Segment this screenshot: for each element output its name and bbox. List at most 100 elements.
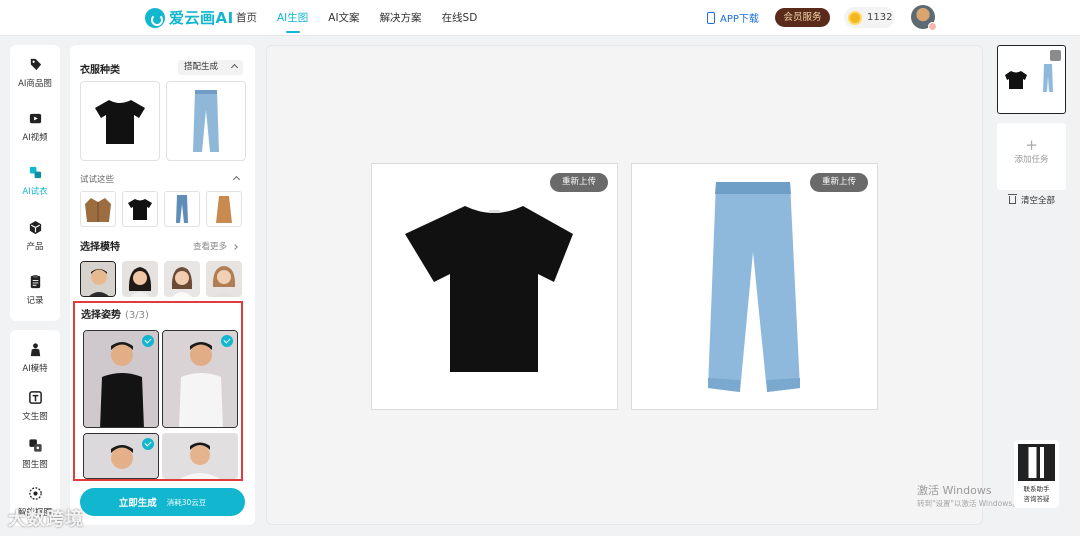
choose-pose-title: 选择姿势 (3/3) [81, 306, 149, 321]
vip-service-button[interactable]: 会员服务 [775, 8, 830, 27]
rail-item-product[interactable]: 产品 [10, 220, 60, 252]
product-icon [29, 220, 41, 235]
tool-rail-secondary: AI模特 文生图 图生图 智能抠图 [10, 330, 60, 526]
clothing-type-title: 衣服种类 [80, 65, 120, 76]
consult-label: 咨询答疑 [1023, 495, 1050, 503]
rail-label: 记录 [26, 296, 44, 306]
rail-item-record[interactable]: 记录 [10, 274, 60, 306]
watermark-text: 大数跨境 [8, 509, 84, 530]
rail-label: AI试衣 [22, 187, 48, 197]
chevron-up-icon [230, 63, 239, 72]
rail-label: AI视频 [22, 133, 48, 143]
tool-rail-primary: AI商品图 AI视频 AI试衣 产品 记录 [10, 45, 60, 321]
model-option-2[interactable] [122, 261, 158, 297]
rail-item-text-to-image[interactable]: 文生图 [10, 390, 60, 422]
choose-pose-label: 选择姿势 [81, 310, 121, 321]
uploaded-top-card[interactable]: 重新上传 [371, 163, 618, 410]
uploaded-bottom-card[interactable]: 重新上传 [631, 163, 878, 410]
generate-cost: 消耗30云豆 [166, 497, 207, 507]
clear-all-button[interactable]: 清空全部 [1008, 194, 1056, 206]
suggestion-black-tshirt[interactable] [122, 191, 158, 227]
phone-icon [707, 11, 715, 24]
tryon-config-panel: 衣服种类 搭配生成 试试这些 选择模特 查看更多 选择姿势 (3/3) 立即生成… [70, 45, 255, 525]
top-header: 爱云画AI 首页 AI生图 AI文案 解决方案 在线SD APP下载 会员服务 … [0, 0, 1080, 36]
suggestion-jeans[interactable] [164, 191, 200, 227]
brand-logo[interactable]: 爱云画AI [145, 7, 234, 28]
coin-count: 1132 [867, 12, 893, 23]
tryon-workspace: 重新上传 重新上传 [266, 45, 983, 525]
tryon-icon [29, 166, 41, 179]
rail-label: 产品 [26, 242, 44, 252]
combo-generate-dropdown[interactable]: 搭配生成 [178, 60, 243, 75]
model-option-1[interactable] [80, 261, 116, 297]
nav-ai-image[interactable]: AI生图 [277, 0, 308, 36]
pose-option-1[interactable] [83, 330, 159, 428]
model-option-4[interactable] [206, 261, 242, 297]
windows-activation-title: 激活 Windows [917, 484, 992, 497]
chevron-right-icon [232, 244, 238, 250]
app-download-label: APP下载 [720, 14, 759, 25]
add-task-label: 添加任务 [1014, 155, 1049, 165]
male-model-image [81, 262, 115, 296]
nav-solutions[interactable]: 解决方案 [380, 0, 422, 36]
brand-name: 爱云画AI [169, 9, 234, 27]
female-model-image [164, 261, 200, 297]
tshirt-image [128, 199, 152, 220]
task-thumbnail[interactable] [997, 45, 1066, 114]
selected-bottom-garment[interactable] [166, 81, 246, 161]
clear-all-label: 清空全部 [1021, 196, 1056, 206]
skirt-image [216, 196, 232, 223]
rail-label: AI商品图 [18, 79, 52, 89]
text-to-image-icon [28, 391, 42, 404]
video-icon [29, 113, 41, 124]
generate-now-button[interactable]: 立即生成 消耗30云豆 [80, 488, 245, 516]
rail-label: AI模特 [22, 364, 48, 374]
rail-item-ai-product-image[interactable]: AI商品图 [10, 57, 60, 89]
coin-balance[interactable]: 1132 [844, 7, 895, 28]
qr-code-icon [1018, 444, 1055, 481]
cloud-logo-icon [145, 7, 165, 28]
user-avatar[interactable] [911, 5, 937, 31]
delete-task-icon[interactable] [1050, 50, 1061, 61]
suggestion-blazer[interactable] [80, 191, 116, 227]
reupload-button[interactable]: 重新上传 [810, 173, 868, 192]
contact-assistant-card[interactable]: 联系助手 咨询答疑 [1014, 440, 1059, 508]
model-option-3[interactable] [164, 261, 200, 297]
avatar-badge-icon [928, 22, 937, 31]
model-icon [30, 343, 40, 357]
windows-activation-hint: 转到"设置"以激活 Windows。 [917, 499, 1020, 508]
generate-label: 立即生成 [118, 498, 157, 509]
rail-item-image-to-image[interactable]: 图生图 [10, 438, 60, 470]
trash-icon [1008, 194, 1017, 204]
nav-ai-copy[interactable]: AI文案 [328, 0, 359, 36]
female-model-image [122, 261, 158, 297]
main-nav: 首页 AI生图 AI文案 解决方案 在线SD [236, 0, 497, 36]
rail-label: 文生图 [22, 412, 48, 422]
tag-icon [30, 58, 41, 71]
selected-top-garment[interactable] [80, 81, 160, 161]
rail-item-ai-model[interactable]: AI模特 [10, 342, 60, 374]
suggestion-skirt[interactable] [206, 191, 242, 227]
selected-check-icon [221, 335, 233, 347]
blazer-image [85, 198, 111, 222]
pose-option-2[interactable] [162, 330, 238, 428]
smart-cutout-icon [28, 487, 42, 500]
pose-option-3[interactable] [83, 433, 159, 479]
pose-option-4[interactable] [162, 433, 238, 479]
nav-home[interactable]: 首页 [236, 0, 257, 36]
image-to-image-icon [28, 439, 42, 452]
black-tshirt-preview [405, 206, 573, 372]
chevron-up-icon[interactable] [232, 175, 241, 184]
female-model-image [206, 261, 242, 297]
see-more-models-link[interactable]: 查看更多 [193, 240, 238, 252]
app-download-link[interactable]: APP下载 [707, 10, 759, 25]
jeans-preview [708, 182, 800, 392]
nav-online-sd[interactable]: 在线SD [442, 0, 478, 36]
selected-check-icon [142, 335, 154, 347]
reupload-button[interactable]: 重新上传 [550, 173, 608, 192]
rail-item-ai-tryon[interactable]: AI试衣 [10, 165, 60, 197]
tshirt-image [95, 100, 145, 144]
add-task-button[interactable]: + 添加任务 [997, 123, 1066, 190]
coin-icon [848, 10, 862, 25]
rail-item-ai-video[interactable]: AI视频 [10, 111, 60, 143]
